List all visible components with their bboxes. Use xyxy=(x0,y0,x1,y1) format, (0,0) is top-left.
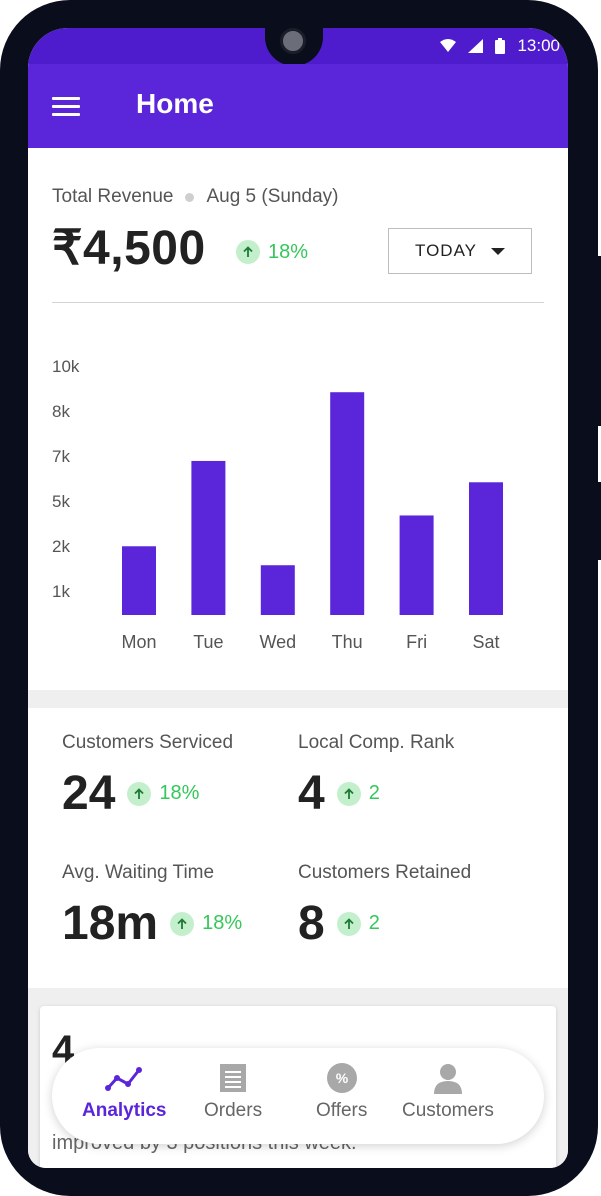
arrow-up-icon xyxy=(127,781,152,806)
battery-icon xyxy=(495,38,506,54)
section-divider xyxy=(28,690,568,708)
nav-item-customers[interactable]: Customers xyxy=(402,1062,494,1122)
page-title: Home xyxy=(136,88,214,119)
stat-change: 2 xyxy=(336,911,380,936)
stat-change: 18% xyxy=(170,911,243,936)
stat-local-comp-rank: Local Comp. Rank 4 2 xyxy=(298,732,454,821)
arrow-up-icon xyxy=(336,911,361,936)
bar-sat[interactable] xyxy=(469,482,503,615)
revenue-date: Aug 5 (Sunday) xyxy=(206,186,339,207)
x-tick-label: Thu xyxy=(332,632,363,652)
percent-badge-icon: % xyxy=(326,1063,357,1093)
x-tick-label: Mon xyxy=(121,632,156,652)
stat-label: Customers Serviced xyxy=(62,732,234,753)
screen: 13:00 Home Total Revenue Aug 5 (Sunday) … xyxy=(28,28,568,1168)
hamburger-menu-icon[interactable] xyxy=(52,97,80,116)
x-tick-label: Tue xyxy=(193,632,223,652)
x-tick-label: Fri xyxy=(406,632,427,652)
phone-frame: 13:00 Home Total Revenue Aug 5 (Sunday) … xyxy=(0,0,598,1196)
stat-change-value: 2 xyxy=(368,782,380,804)
stat-label: Avg. Waiting Time xyxy=(62,862,215,883)
bar-tue[interactable] xyxy=(191,460,226,615)
camera-icon xyxy=(280,28,306,54)
stat-value: 24 xyxy=(62,767,116,820)
stat-label: Customers Retained xyxy=(298,862,472,883)
nav-item-offers[interactable]: % Offers xyxy=(316,1062,367,1122)
nav-label: Analytics xyxy=(82,1100,167,1121)
wifi-icon xyxy=(440,39,457,52)
status-time: 13:00 xyxy=(517,36,560,55)
bottom-navigation: Analytics Orders % Offers Customers xyxy=(52,1048,544,1144)
bar-mon[interactable] xyxy=(122,546,156,615)
bar-thu[interactable] xyxy=(330,392,365,615)
stat-avg-waiting-time: Avg. Waiting Time 18m 18% xyxy=(62,862,242,951)
y-tick-label: 7k xyxy=(52,447,70,466)
arrow-up-icon xyxy=(336,781,361,806)
stat-change-value: 2 xyxy=(368,912,380,934)
arrow-up-icon xyxy=(170,911,195,936)
nav-item-analytics[interactable]: Analytics xyxy=(82,1062,166,1122)
y-tick-label: 10k xyxy=(52,357,80,376)
revenue-change: 18% xyxy=(236,240,308,264)
x-tick-label: Wed xyxy=(259,632,296,652)
nav-label: Customers xyxy=(402,1100,494,1121)
person-icon xyxy=(433,1064,462,1094)
y-tick-label: 8k xyxy=(52,402,70,421)
receipt-icon xyxy=(220,1064,247,1092)
revenue-amount: ₹4,500 xyxy=(52,222,206,275)
revenue-header: Total Revenue Aug 5 (Sunday) xyxy=(52,186,339,208)
y-tick-label: 2k xyxy=(52,537,70,556)
analytics-line-icon xyxy=(105,1067,143,1091)
nav-label: Offers xyxy=(316,1100,368,1121)
divider xyxy=(52,302,544,303)
separator-dot xyxy=(185,192,195,202)
volume-button xyxy=(596,256,601,426)
stat-value: 4 xyxy=(298,767,325,820)
range-dropdown-label: TODAY xyxy=(415,241,477,260)
range-dropdown[interactable]: TODAY xyxy=(388,228,532,274)
revenue-bar-chart: 10k 8k 7k 5k 2k 1k Mon Tue Wed Thu Fri Sat xyxy=(52,357,503,652)
y-tick-label: 5k xyxy=(52,492,70,511)
stat-change-value: 18% xyxy=(159,782,200,804)
bar-wed[interactable] xyxy=(260,565,295,615)
revenue-label: Total Revenue xyxy=(52,186,174,207)
nav-label: Orders xyxy=(204,1100,263,1121)
revenue-change-value: 18% xyxy=(268,240,309,263)
stat-label: Local Comp. Rank xyxy=(298,732,455,753)
stat-change-value: 18% xyxy=(202,912,243,934)
x-tick-label: Sat xyxy=(472,632,499,652)
stat-value: 8 xyxy=(298,897,325,950)
caret-down-icon xyxy=(491,247,505,255)
stat-change: 2 xyxy=(336,781,380,806)
stat-value: 18m xyxy=(62,897,159,950)
power-button xyxy=(596,482,601,560)
bar-fri[interactable] xyxy=(399,515,434,615)
app-bar: Home xyxy=(28,64,568,148)
signal-icon xyxy=(468,39,484,53)
stat-customers-retained: Customers Retained 8 2 xyxy=(298,862,471,951)
stat-change: 18% xyxy=(127,781,200,806)
nav-item-orders[interactable]: Orders xyxy=(204,1062,262,1122)
svg-text:%: % xyxy=(335,1070,348,1086)
stat-customers-serviced: Customers Serviced 24 18% xyxy=(62,732,233,821)
y-tick-label: 1k xyxy=(52,582,70,601)
arrow-up-icon xyxy=(236,240,260,264)
